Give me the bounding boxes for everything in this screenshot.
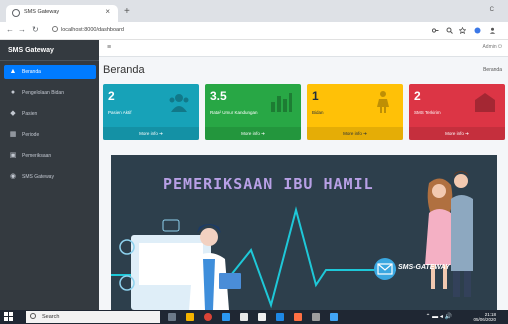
taskbar-search[interactable]: Search xyxy=(26,311,160,323)
box-label: SMS Terkirim xyxy=(414,110,441,115)
page-title: Beranda xyxy=(103,64,145,76)
address-bar[interactable]: localhost:8000/dashboard xyxy=(52,26,124,33)
bar-chart-icon xyxy=(271,93,292,112)
box-number: 3.5 xyxy=(210,89,227,103)
sidebar: SMS Gateway ▲ Beranda ● Pengelolaan Bida… xyxy=(0,40,99,310)
sidebar-item-label: Periode xyxy=(22,132,40,138)
bookmark-star-icon[interactable] xyxy=(459,27,466,34)
browser-tabstrip: SMS Gateway × + C xyxy=(0,0,508,22)
info-box-sms-terkirim: 2 SMS Terkirim More info ➔ xyxy=(409,84,505,140)
sidebar-item-label: Pemeriksaan xyxy=(22,153,52,159)
banner-brand: SMS-GATEWAY xyxy=(398,264,450,271)
window-controls[interactable]: C xyxy=(490,7,494,13)
dashboard-icon: ▲ xyxy=(9,68,17,75)
vscode-icon[interactable] xyxy=(222,313,230,321)
sidebar-nav: ▲ Beranda ● Pengelolaan Bidan ◆ Pasien ▦… xyxy=(4,65,96,191)
user-name: Admin xyxy=(482,44,497,50)
more-info-link[interactable]: More info ➔ xyxy=(409,127,505,140)
banner-image: PEMERIKSAAN IBU HAMIL SMS-GATEWAY xyxy=(111,155,497,310)
power-icon: ⏻ xyxy=(498,44,502,50)
info-box-umur-kandungan: 3.5 Rata² Umur Kandungan More info ➔ xyxy=(205,84,301,140)
more-info-link[interactable]: More info ➔ xyxy=(103,127,199,140)
photos-icon[interactable] xyxy=(330,313,338,321)
taskbar: Search ⌃ ▬ ◂ 🔊 21:18 05/06/2020 xyxy=(0,310,508,324)
tab-close-icon[interactable]: × xyxy=(105,7,110,16)
address-text: localhost:8000/dashboard xyxy=(61,27,124,33)
banner-illustration xyxy=(111,171,473,310)
sidebar-item-pemeriksaan[interactable]: ▣ Pemeriksaan xyxy=(4,149,96,163)
sidebar-item-label: Pasien xyxy=(22,111,38,117)
box-label: Rata² Umur Kandungan xyxy=(210,110,258,115)
box-label: Bidan xyxy=(312,110,324,115)
search-placeholder: Search xyxy=(42,314,60,320)
mail-icon[interactable] xyxy=(258,313,266,321)
users-icon: ◆ xyxy=(10,110,16,117)
menu-toggle-icon[interactable]: ≡ xyxy=(107,44,111,51)
new-tab-button[interactable]: + xyxy=(124,6,130,17)
clock-date: 05/06/2020 xyxy=(473,317,496,322)
main-header: ≡ Admin ⏻ xyxy=(99,40,508,57)
envelope-open-icon xyxy=(475,93,495,112)
key-icon[interactable] xyxy=(432,27,439,34)
windows-start-icon[interactable] xyxy=(4,312,13,321)
sidebar-item-sms-gateway[interactable]: ◉ SMS Gateway xyxy=(4,170,96,184)
system-tray-icons[interactable]: ⌃ ▬ ◂ 🔊 xyxy=(425,313,452,320)
sidebar-item-label: Beranda xyxy=(22,69,41,75)
browser-tab[interactable]: SMS Gateway × xyxy=(6,5,118,22)
sidebar-item-periode[interactable]: ▦ Periode xyxy=(4,128,96,142)
box-number: 1 xyxy=(312,89,319,103)
female-icon xyxy=(377,91,389,113)
sidebar-item-pasien[interactable]: ◆ Pasien xyxy=(4,107,96,121)
brand-link[interactable]: SMS Gateway xyxy=(0,40,99,61)
reload-icon[interactable]: ↻ xyxy=(32,25,39,34)
user-icon: ● xyxy=(10,89,16,96)
user-group-icon: ◉ xyxy=(9,173,17,180)
more-info-link[interactable]: More info ➔ xyxy=(307,127,403,140)
info-icon xyxy=(52,26,58,32)
sidebar-item-label: SMS Gateway xyxy=(22,174,54,180)
more-info-link[interactable]: More info ➔ xyxy=(205,127,301,140)
xampp-icon[interactable] xyxy=(294,313,302,321)
tab-title: SMS Gateway xyxy=(24,9,60,15)
extension-icon[interactable] xyxy=(474,27,481,34)
user-menu[interactable]: Admin ⏻ xyxy=(482,44,502,50)
browser-toolbar: ← → ↻ localhost:8000/dashboard xyxy=(0,22,508,40)
breadcrumb[interactable]: Beranda xyxy=(483,67,502,73)
file-explorer-icon[interactable] xyxy=(186,313,194,321)
app-icon[interactable] xyxy=(276,313,284,321)
task-view-icon[interactable] xyxy=(168,313,176,321)
box-label: Pasien Aktif xyxy=(108,110,132,115)
content-wrapper: Beranda Beranda 2 Pasien Aktif More info… xyxy=(99,57,508,310)
sidebar-item-pengelolaan-bidan[interactable]: ● Pengelolaan Bidan xyxy=(4,86,96,100)
terminal-icon[interactable] xyxy=(312,313,320,321)
taskbar-clock[interactable]: 21:18 05/06/2020 xyxy=(473,312,496,322)
sidebar-item-beranda[interactable]: ▲ Beranda xyxy=(4,65,96,79)
back-icon[interactable]: ← xyxy=(6,25,14,34)
box-number: 2 xyxy=(108,89,115,103)
sidebar-item-label: Pengelolaan Bidan xyxy=(22,90,64,96)
info-box-pasien-aktif: 2 Pasien Aktif More info ➔ xyxy=(103,84,199,140)
info-box-bidan: 1 Bidan More info ➔ xyxy=(307,84,403,140)
zoom-icon[interactable] xyxy=(446,27,453,34)
chrome-icon[interactable] xyxy=(204,313,212,321)
search-icon xyxy=(30,313,36,319)
monitor-icon: ▣ xyxy=(9,152,17,159)
table-icon: ▦ xyxy=(9,131,17,138)
users-icon xyxy=(169,94,189,112)
forward-icon[interactable]: → xyxy=(18,25,26,34)
favicon-icon xyxy=(12,9,20,17)
box-number: 2 xyxy=(414,89,421,103)
profile-icon[interactable] xyxy=(489,27,496,34)
store-icon[interactable] xyxy=(240,313,248,321)
